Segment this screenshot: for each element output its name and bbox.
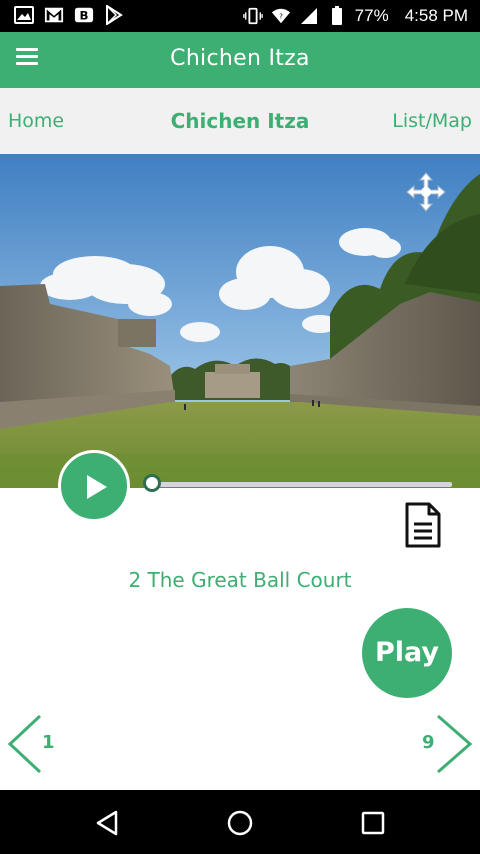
status-right: ? 77% 4:58 PM [242, 0, 468, 32]
stop-title: 2 The Great Ball Court [128, 568, 352, 592]
play-store-icon [104, 5, 124, 25]
recents-square-icon[interactable] [358, 808, 388, 838]
clock: 4:58 PM [404, 6, 468, 25]
next-stop-button[interactable]: 9 [418, 712, 478, 776]
list-map-link[interactable]: List/Map [392, 110, 472, 132]
audio-progress-track[interactable] [152, 482, 452, 487]
system-navigation-bar [0, 790, 480, 854]
previous-stop-button[interactable]: 1 [6, 712, 66, 776]
gmail-icon [44, 5, 64, 25]
play-button[interactable]: Play [362, 608, 452, 698]
vibrate-icon [242, 6, 263, 26]
home-circle-icon[interactable] [225, 808, 255, 838]
wifi-icon: ? [271, 6, 291, 26]
battery-percent: 77% [354, 6, 389, 25]
app-title: Chichen Itza [170, 46, 310, 71]
audio-progress-knob[interactable] [143, 474, 161, 492]
move-arrows-icon[interactable] [404, 170, 448, 214]
next-stop-number: 9 [422, 732, 435, 753]
play-icon [87, 475, 107, 499]
battery-icon [327, 6, 347, 26]
status-left-icons: B [14, 5, 124, 25]
navigation-row: Home Chichen Itza List/Map [0, 88, 480, 154]
status-bar: B ? 77% 4:58 PM [0, 0, 480, 32]
app-bar: Chichen Itza [0, 32, 480, 88]
back-icon[interactable] [92, 808, 122, 838]
previous-stop-number: 1 [42, 732, 55, 753]
audio-play-button[interactable] [58, 450, 130, 522]
photo-icon [14, 5, 34, 25]
document-icon[interactable] [403, 502, 443, 548]
b-app-icon: B [74, 5, 94, 25]
svg-text:B: B [80, 9, 89, 23]
signal-icon [299, 6, 319, 26]
svg-text:?: ? [279, 12, 283, 21]
